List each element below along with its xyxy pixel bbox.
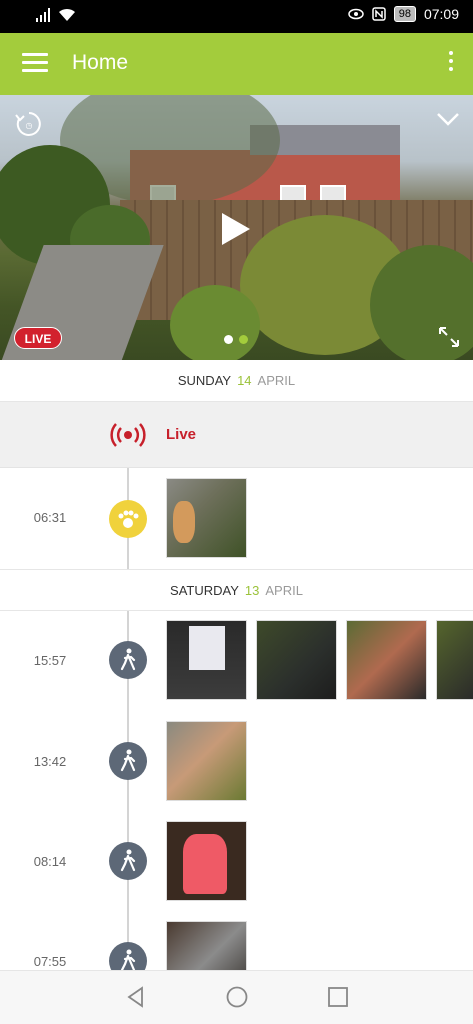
svg-text:◷: ◷ — [26, 121, 33, 130]
status-time: 07:09 — [423, 6, 459, 22]
chevron-down-icon[interactable] — [435, 109, 461, 129]
app-bar: Home — [0, 33, 473, 95]
live-label: Live — [166, 426, 197, 443]
event-time: 15:57 — [33, 653, 67, 668]
event-thumbnails — [166, 821, 247, 901]
paw-icon — [109, 500, 147, 538]
event-thumbnails — [166, 921, 247, 971]
replay-icon[interactable]: ◷ — [14, 109, 44, 139]
date-day: SUNDAY — [177, 373, 232, 388]
event-thumbnails — [166, 620, 473, 700]
event-time: 13:42 — [33, 754, 67, 769]
home-icon[interactable] — [225, 985, 249, 1009]
date-month: APRIL — [265, 583, 303, 598]
back-icon[interactable] — [124, 985, 148, 1009]
pager-dot-active[interactable] — [239, 335, 248, 344]
page-title: Home — [72, 51, 129, 74]
date-header-saturday: SATURDAY 13 APRIL — [0, 569, 473, 611]
event-row[interactable]: 06:31 — [0, 478, 473, 560]
pager-dot[interactable] — [224, 335, 233, 344]
status-left — [36, 8, 76, 22]
date-header-sunday: SUNDAY 14 APRIL — [0, 360, 473, 402]
event-thumbnail[interactable] — [166, 478, 247, 558]
event-thumbnail[interactable] — [166, 821, 247, 901]
person-walking-icon — [109, 742, 147, 780]
event-thumbnail[interactable] — [166, 921, 247, 971]
event-time: 07:55 — [33, 954, 67, 969]
date-month: APRIL — [257, 373, 296, 388]
status-bar: 98 07:09 — [0, 0, 473, 33]
pager-dots — [224, 335, 248, 344]
menu-icon[interactable] — [22, 53, 48, 75]
date-number: 14 — [237, 373, 252, 388]
camera-preview[interactable]: ◷ LIVE — [0, 95, 473, 360]
event-row[interactable]: 15:57 — [0, 620, 473, 702]
event-thumbnail[interactable] — [256, 620, 337, 700]
event-thumbnails — [166, 478, 247, 558]
fullscreen-icon[interactable] — [437, 325, 461, 349]
event-thumbnails — [166, 721, 247, 801]
date-day: SATURDAY — [170, 583, 239, 598]
system-nav-bar — [0, 970, 473, 1024]
event-thumbnail[interactable] — [346, 620, 427, 700]
event-row[interactable]: 08:14 — [0, 821, 473, 903]
live-broadcast-icon — [110, 423, 146, 447]
event-row[interactable]: 13:42 — [0, 721, 473, 803]
event-row[interactable]: 07:55 — [0, 921, 473, 971]
status-right: 98 07:09 — [347, 6, 459, 22]
event-thumbnail[interactable] — [166, 721, 247, 801]
person-walking-icon — [109, 842, 147, 880]
battery-indicator: 98 — [393, 6, 416, 22]
event-thumbnail[interactable] — [166, 620, 247, 700]
event-time: 06:31 — [33, 510, 67, 525]
more-options-icon[interactable] — [447, 51, 455, 75]
person-walking-icon — [109, 641, 147, 679]
event-time: 08:14 — [33, 854, 67, 869]
live-badge: LIVE — [14, 327, 62, 349]
live-row[interactable]: Live — [0, 402, 473, 468]
recents-icon[interactable] — [326, 985, 350, 1009]
person-walking-icon — [109, 942, 147, 971]
wifi-icon — [59, 8, 75, 21]
nfc-icon — [371, 7, 386, 21]
signal-icon — [36, 8, 50, 22]
play-icon[interactable] — [222, 213, 250, 245]
event-thumbnail[interactable] — [436, 620, 473, 700]
date-number: 13 — [244, 583, 260, 598]
eye-icon — [347, 8, 364, 20]
